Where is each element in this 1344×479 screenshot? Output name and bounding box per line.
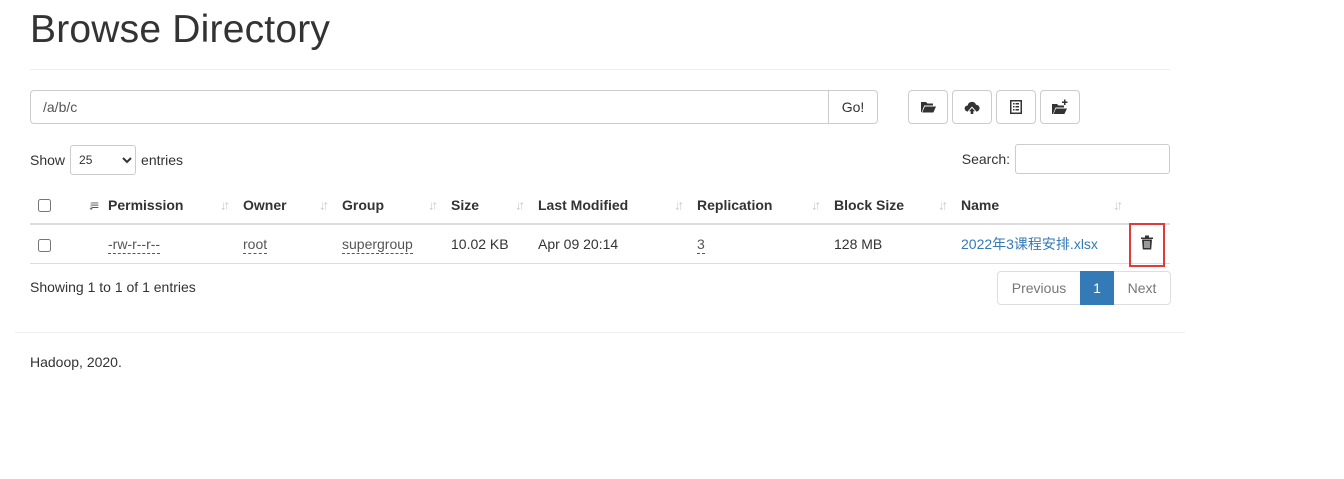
sort-icon: ↓↑ [1113,197,1123,212]
sort-icon: ↓↑ [938,197,948,212]
column-header-size[interactable]: Size ↓↑ [443,186,530,225]
folder-open-icon [921,102,936,113]
search-label: Search: [961,151,1010,167]
upload-button[interactable] [952,90,992,124]
page-title: Browse Directory [30,8,331,51]
header-divider [30,69,1170,70]
column-header-block-size[interactable]: Block Size ↓↑ [826,186,953,225]
actions-cell [1128,223,1170,267]
column-label: Name [961,196,1000,213]
directory-path-input[interactable] [30,90,828,124]
column-header-owner[interactable]: Owner ↓↑ [235,186,334,225]
block-size-cell: 128 MB [826,224,953,264]
search-control: Search: [962,144,1170,174]
sort-icon: ↓↑ [674,197,684,212]
table-row: -rw-r--r-- root supergroup 10.02 KB Apr … [30,223,1170,267]
permission-value[interactable]: -rw-r--r-- [108,236,161,254]
file-table: ↓≡ Permission ↓↑ Owner ↓↑ Group ↓↑ Size ↓↑ L… [30,186,1170,267]
table-header-row: ↓≡ Permission ↓↑ Owner ↓↑ Group ↓↑ Size ↓↑ L… [30,186,1170,225]
replication-cell: 3 [689,224,826,264]
row-spacer-cell [64,224,100,264]
pagination: Previous 1 Next [997,271,1171,305]
column-header-name[interactable]: Name ↓↑ [953,186,1128,225]
select-all-header [30,186,64,225]
column-header-replication[interactable]: Replication ↓↑ [689,186,826,225]
column-label: Owner [243,196,287,213]
select-all-checkbox[interactable] [38,199,51,213]
view-list-button[interactable] [996,90,1036,124]
file-name-link[interactable]: 2022年3课程安排.xlsx [961,236,1098,252]
create-directory-button[interactable] [1040,90,1080,124]
permission-cell: -rw-r--r-- [100,224,235,264]
column-label: Size [451,196,480,213]
sort-icon: ↓↑ [515,197,525,212]
column-label: Group [342,196,384,213]
row-select-checkbox[interactable] [38,238,51,252]
cloud-upload-icon [964,101,980,114]
column-header-group[interactable]: Group ↓↑ [334,186,443,225]
footer-text: Hadoop, 2020. [30,354,122,370]
name-cell: 2022年3课程安排.xlsx [953,224,1128,264]
group-cell: supergroup [334,224,443,264]
list-alt-icon [1010,100,1022,114]
sort-icon: ↓↑ [811,197,821,212]
footer-divider [15,332,1185,333]
trash-icon [1141,235,1153,250]
folder-plus-icon [1052,99,1068,114]
column-label: Last Modified [538,196,629,213]
column-header-permission[interactable]: Permission ↓↑ [100,186,235,225]
next-page-button[interactable]: Next [1114,271,1171,305]
size-cell: 10.02 KB [443,224,530,264]
replication-value[interactable]: 3 [697,236,705,254]
entries-label: entries [141,152,184,168]
entries-per-page-select[interactable]: 25 [70,145,137,175]
search-input[interactable] [1015,144,1170,174]
column-label: Block Size [834,196,905,213]
show-label: Show [30,152,66,168]
entries-length-control: Show 25 entries [30,145,183,175]
sort-icon: ↓↑ [428,197,438,212]
path-bar: Go! [30,90,878,124]
last-modified-cell: Apr 09 20:14 [530,224,689,264]
sort-icon: ↓↑ [220,197,230,212]
group-value[interactable]: supergroup [342,236,413,254]
owner-cell: root [235,224,334,264]
actions-header [1128,186,1170,225]
previous-page-button[interactable]: Previous [997,271,1080,305]
explorer-button[interactable] [908,90,948,124]
delete-file-button[interactable] [1129,223,1165,267]
column-label: Replication [697,196,773,213]
column-label: Permission [108,196,184,213]
table-info: Showing 1 to 1 of 1 entries [30,279,196,295]
go-button[interactable]: Go! [828,90,878,124]
owner-value[interactable]: root [243,236,268,254]
sort-column-header[interactable]: ↓≡ [64,186,100,225]
sort-icon: ↓↑ [319,197,329,212]
column-header-last-modified[interactable]: Last Modified ↓↑ [530,186,689,225]
page-1-button[interactable]: 1 [1080,271,1114,305]
row-select-cell [30,224,64,264]
sort-ascending-icon: ↓≡ [87,197,99,212]
